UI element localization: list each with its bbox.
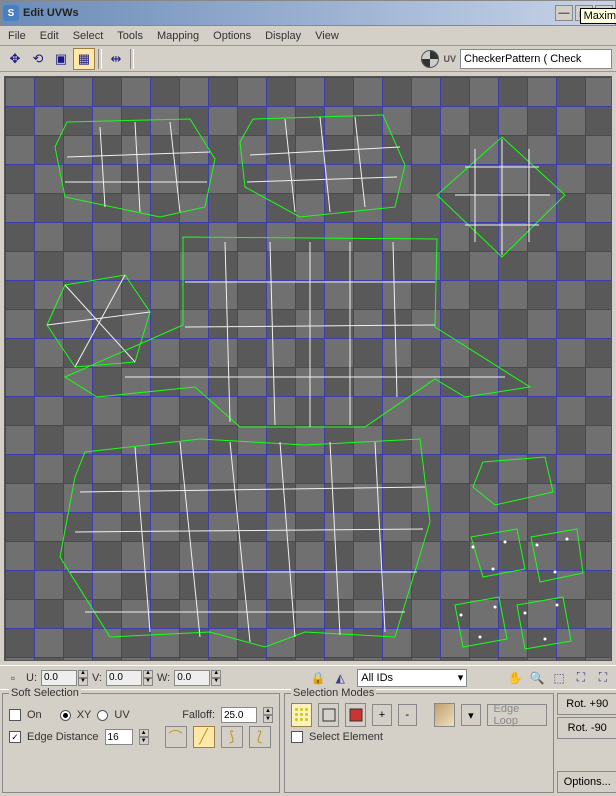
face-mode-button[interactable] (345, 703, 366, 727)
v-label: V: (92, 672, 102, 684)
uv-viewport[interactable] (4, 76, 612, 661)
xy-radio[interactable] (60, 710, 71, 721)
options-button[interactable]: Options... (557, 771, 616, 793)
menu-display[interactable]: Display (265, 30, 301, 42)
selection-modes-panel: Selection Modes + - ▾ Edge Loop Select E… (284, 693, 554, 793)
falloff-smooth-icon[interactable]: ⌒ (165, 726, 187, 748)
falloff-fast-icon[interactable]: ⟅ (249, 726, 271, 748)
v-spinner[interactable]: ▲▼ (106, 670, 153, 686)
on-checkbox[interactable] (9, 709, 21, 721)
vertex-mode-button[interactable] (291, 703, 312, 727)
toolbar-separator (98, 49, 102, 69)
falloff-label: Falloff: (182, 709, 215, 721)
pan-icon[interactable]: ✋ (506, 669, 524, 687)
u-spinner[interactable]: ▲▼ (41, 670, 88, 686)
rotate-tool-icon[interactable]: ⟲ (27, 48, 49, 70)
on-label: On (27, 709, 42, 721)
menu-select[interactable]: Select (73, 30, 104, 42)
minimize-button[interactable]: — (555, 5, 573, 21)
titlebar: S Edit UVWs — ▢ ✕ Maxim (0, 0, 616, 26)
select-element-checkbox[interactable] (291, 731, 303, 743)
soft-selection-legend: Soft Selection (9, 687, 81, 699)
menu-options[interactable]: Options (213, 30, 251, 42)
toolbar: ✥ ⟲ ▣ ▦ ⇹ UV CheckerPattern ( Check (0, 46, 616, 72)
mirror-tool-icon[interactable]: ⇹ (105, 48, 127, 70)
lock-selection-icon[interactable]: 🔒 (309, 669, 327, 687)
shrink-selection-button[interactable]: - (398, 704, 417, 726)
xy-label: XY (77, 709, 92, 721)
menu-mapping[interactable]: Mapping (157, 30, 199, 42)
rotate-plus-90-button[interactable]: Rot. +90 (557, 693, 616, 715)
app-icon: S (3, 5, 19, 21)
viewport-container (0, 72, 616, 665)
select-element-label: Select Element (309, 731, 383, 743)
soft-selection-panel: Soft Selection On XY UV Falloff: ▲▼ ✓ Ed… (2, 693, 280, 793)
scale-tool-icon[interactable]: ▣ (50, 48, 72, 70)
falloff-slow-icon[interactable]: ⟆ (221, 726, 243, 748)
uv-radio[interactable] (97, 710, 108, 721)
edge-distance-label: Edge Distance (27, 731, 99, 743)
uv-channel-label: UV (443, 54, 456, 64)
falloff-linear-icon[interactable]: ╱ (193, 726, 215, 748)
selection-modes-legend: Selection Modes (291, 687, 376, 699)
edge-distance-checkbox[interactable]: ✓ (9, 731, 21, 743)
uvw-input-row: ▫ U: ▲▼ V: ▲▼ W: ▲▼ 🔒 ◭ All IDs▾ ✋ 🔍 ⬚ ⛶… (0, 665, 616, 689)
material-id-dropdown[interactable]: All IDs▾ (357, 669, 467, 687)
v-input[interactable] (106, 670, 142, 686)
uv-islands (5, 77, 612, 661)
zoom-extents-icon[interactable]: ⛶ (572, 669, 590, 687)
move-tool-icon[interactable]: ✥ (4, 48, 26, 70)
rotate-minus-90-button[interactable]: Rot. -90 (557, 717, 616, 739)
menu-view[interactable]: View (315, 30, 339, 42)
paint-select-icon[interactable] (434, 703, 455, 727)
toolbar-separator (130, 49, 134, 69)
edge-distance-input[interactable] (105, 729, 133, 745)
zoom-icon[interactable]: 🔍 (528, 669, 546, 687)
menu-edit[interactable]: Edit (40, 30, 59, 42)
filter-selected-icon[interactable]: ◭ (331, 669, 349, 687)
w-label: W: (157, 672, 170, 684)
u-input[interactable] (41, 670, 77, 686)
menubar: File Edit Select Tools Mapping Options D… (0, 26, 616, 46)
menu-tools[interactable]: Tools (117, 30, 143, 42)
zoom-extents-selected-icon[interactable]: ⛶ (594, 669, 612, 687)
window-title: Edit UVWs (23, 7, 555, 19)
edge-loop-button[interactable]: Edge Loop (487, 704, 547, 726)
texture-map-dropdown[interactable]: CheckerPattern ( Check (460, 49, 612, 69)
paint-options-button[interactable]: ▾ (461, 704, 480, 726)
absolute-mode-icon[interactable]: ▫ (4, 669, 22, 687)
u-label: U: (26, 672, 37, 684)
maximize-tooltip: Maxim (580, 8, 616, 24)
freeform-tool-icon[interactable]: ▦ (73, 48, 95, 70)
show-map-icon[interactable] (421, 50, 439, 68)
grow-selection-button[interactable]: + (372, 704, 391, 726)
w-spinner[interactable]: ▲▼ (174, 670, 221, 686)
bottom-panels: Soft Selection On XY UV Falloff: ▲▼ ✓ Ed… (0, 689, 616, 796)
edge-mode-button[interactable] (318, 703, 339, 727)
falloff-input[interactable] (221, 707, 257, 723)
menu-file[interactable]: File (8, 30, 26, 42)
uv-label: UV (114, 709, 129, 721)
right-button-column: Rot. +90 Rot. -90 Options... (556, 690, 616, 796)
zoom-region-icon[interactable]: ⬚ (550, 669, 568, 687)
w-input[interactable] (174, 670, 210, 686)
